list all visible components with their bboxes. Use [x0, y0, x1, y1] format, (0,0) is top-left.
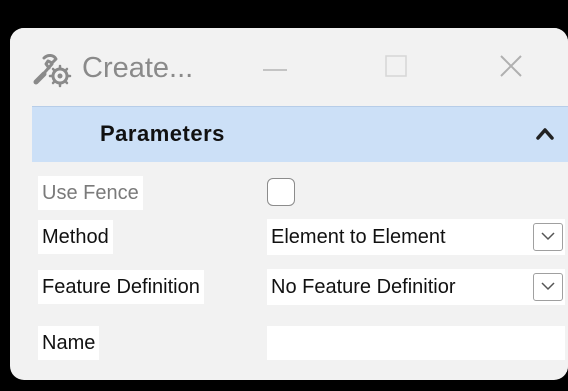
window-title: Create...: [82, 52, 194, 84]
method-label: Method: [38, 220, 113, 254]
chevron-down-icon: [540, 228, 556, 246]
maximize-icon: [385, 54, 407, 82]
chevron-up-icon[interactable]: [532, 121, 558, 147]
close-button[interactable]: [478, 42, 544, 94]
feature-definition-value: No Feature Definitior: [271, 276, 456, 298]
minimize-button[interactable]: [242, 42, 308, 94]
minimize-icon: [263, 59, 287, 77]
parameters-form: Use Fence Method Element to Element Feat…: [32, 162, 568, 372]
method-value: Element to Element: [271, 226, 446, 248]
close-icon: [499, 54, 523, 83]
method-dropdown[interactable]: Element to Element: [267, 219, 565, 255]
method-dropdown-button[interactable]: [533, 223, 563, 251]
feature-definition-dropdown[interactable]: No Feature Definitior: [267, 269, 565, 305]
feature-definition-label: Feature Definition: [38, 270, 204, 304]
name-input[interactable]: [267, 326, 565, 360]
use-fence-label: Use Fence: [38, 176, 143, 210]
title-bar[interactable]: Create...: [10, 28, 568, 106]
create-dialog: Create... Parameters Use Fence Method El: [10, 28, 568, 380]
name-label: Name: [38, 326, 100, 360]
parameters-section-header[interactable]: Parameters: [32, 106, 568, 163]
section-title: Parameters: [100, 121, 225, 146]
gear-wrench-icon: [32, 50, 72, 88]
use-fence-checkbox[interactable]: [267, 178, 295, 206]
feature-definition-dropdown-button[interactable]: [533, 273, 563, 301]
maximize-button[interactable]: [363, 42, 429, 94]
chevron-down-icon: [540, 278, 556, 296]
